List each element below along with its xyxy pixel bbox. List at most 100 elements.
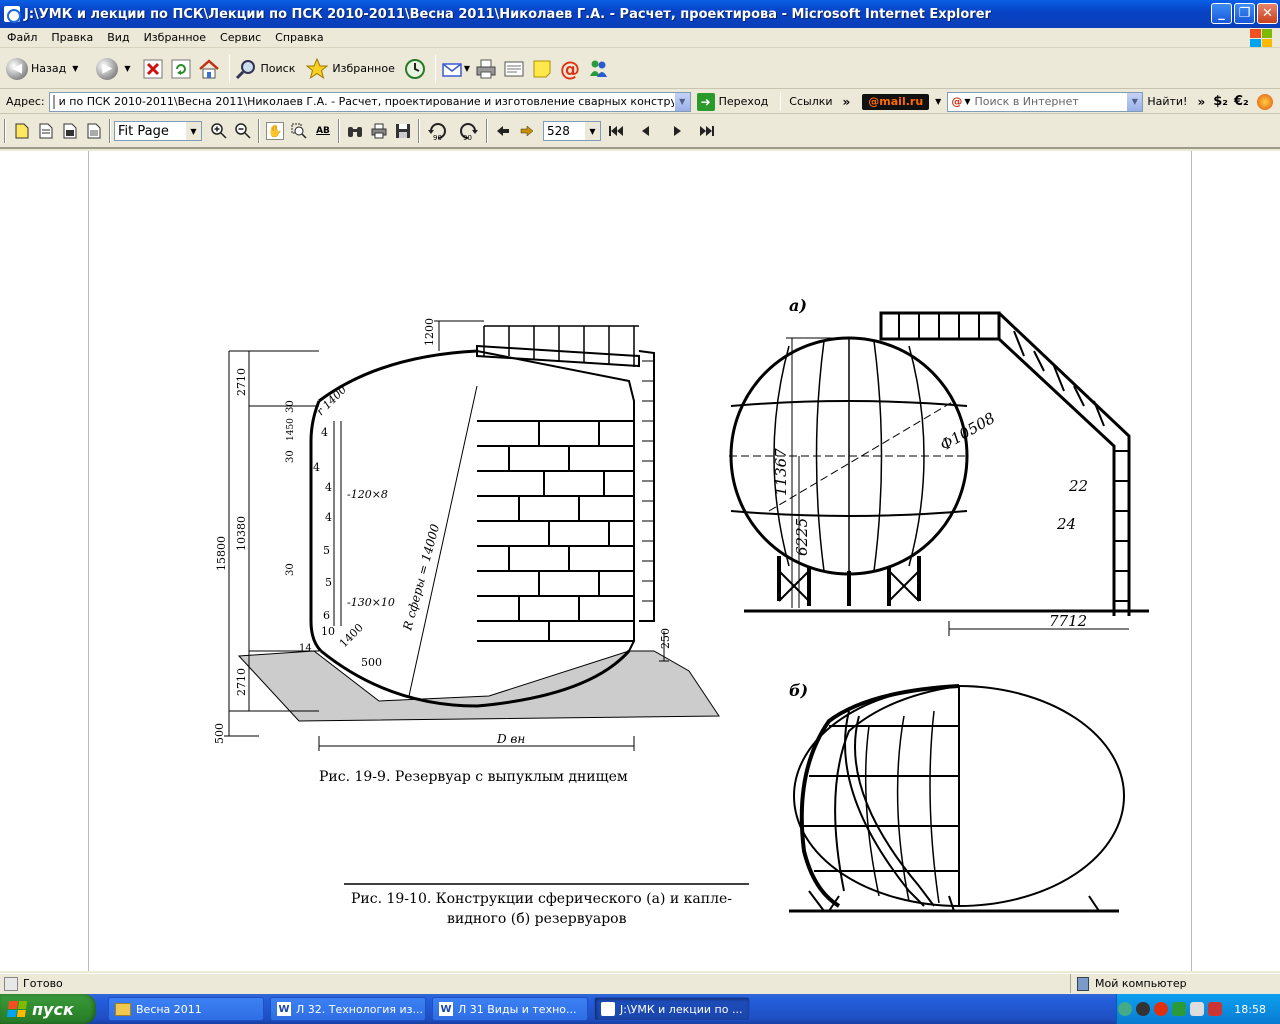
size-1450: 1450 — [286, 418, 296, 441]
back-dropdown-icon[interactable]: ▼ — [72, 64, 78, 73]
search-history-dropdown-icon[interactable]: ▼ — [1126, 92, 1143, 111]
thick-10: 10 — [321, 625, 335, 638]
dim-10380: 10380 — [235, 516, 248, 551]
messenger-tray-icon[interactable] — [1172, 1002, 1187, 1016]
minimize-button[interactable]: _ — [1211, 3, 1232, 24]
menu-view[interactable]: Вид — [100, 31, 136, 44]
forward-button[interactable]: ▶ ▼ — [96, 53, 131, 85]
menu-edit[interactable]: Правка — [44, 31, 100, 44]
address-dropdown-icon[interactable]: ▼ — [673, 92, 690, 111]
rotate-left-icon[interactable]: 90 — [426, 122, 450, 141]
menu-file[interactable]: Файл — [0, 31, 44, 44]
page-number-select[interactable]: 528 ▼ — [543, 121, 601, 141]
search-chevron-icon[interactable]: » — [1197, 95, 1205, 109]
background-page-icon[interactable] — [85, 122, 103, 140]
foreground-page-icon[interactable] — [61, 122, 79, 140]
last-page-icon[interactable] — [698, 122, 716, 140]
edit-button[interactable] — [502, 53, 526, 85]
go-button[interactable]: ➜ Переход — [696, 92, 768, 111]
task-word-l32[interactable]: W Л 32. Технология из... — [270, 997, 426, 1021]
refresh-button[interactable] — [169, 53, 193, 85]
messenger-button[interactable] — [586, 53, 610, 85]
menu-tools[interactable]: Сервис — [213, 31, 268, 44]
antivirus-icon[interactable] — [1136, 1002, 1151, 1016]
mailru-logo[interactable]: @mail.ru — [862, 93, 930, 110]
dim-7712: 7712 — [1049, 612, 1087, 630]
folder-icon — [115, 1002, 131, 1016]
prev-page-icon[interactable] — [636, 122, 654, 140]
history-button[interactable] — [403, 53, 427, 85]
safely-remove-icon[interactable] — [1208, 1002, 1223, 1016]
document-viewport[interactable]: Рис. 19-9. Резервуар с выпуклым днищем Р… — [0, 151, 1280, 971]
rotate-right-icon[interactable]: 90 — [456, 122, 480, 141]
links-chevron-icon[interactable]: » — [843, 95, 851, 109]
favorites-button[interactable]: Избранное — [305, 53, 395, 85]
save-icon[interactable] — [394, 122, 412, 140]
home-button[interactable] — [197, 53, 221, 85]
print-button[interactable] — [474, 53, 498, 85]
search-placeholder: Поиск в Интернет — [974, 95, 1079, 108]
volume-icon[interactable] — [1190, 1002, 1205, 1016]
zoom-select-tool-icon[interactable] — [290, 122, 308, 140]
color-page-icon[interactable] — [13, 122, 31, 140]
network-icon[interactable] — [1118, 1002, 1133, 1016]
weather-icon[interactable] — [1256, 93, 1273, 110]
thick-4-a: 4 — [321, 426, 328, 439]
menu-favorites[interactable]: Избранное — [137, 31, 213, 44]
engine-dropdown-icon[interactable]: ▼ — [964, 97, 970, 106]
mask-page-icon[interactable] — [37, 122, 55, 140]
fig10-caption-line1: Рис. 19-10. Конструкции сферического (а)… — [351, 891, 732, 907]
euro-rate-icon[interactable]: €₂ — [1234, 94, 1249, 109]
back-arrow-icon: ◀ — [6, 57, 28, 80]
notes-button[interactable] — [530, 53, 554, 85]
task-ie-window[interactable]: J:\УМК и лекции по ... — [594, 997, 750, 1021]
forward-dropdown-icon[interactable]: ▼ — [124, 64, 130, 73]
dim-15800: 15800 — [215, 536, 228, 571]
first-page-icon[interactable] — [607, 122, 625, 140]
mailru-button[interactable]: @ — [558, 53, 582, 85]
zone-text: Мой компьютер — [1095, 977, 1187, 990]
search-button[interactable]: Поиск — [234, 53, 295, 85]
find-button[interactable]: Найти! — [1147, 95, 1187, 108]
zoom-dropdown-icon[interactable]: ▼ — [185, 122, 201, 140]
clock: 18:58 — [1234, 1002, 1266, 1016]
mailru-agent-icon[interactable] — [1154, 1002, 1169, 1016]
mailru-dropdown-icon[interactable]: ▼ — [935, 97, 941, 106]
links-button[interactable]: Ссылки — [789, 95, 832, 108]
next-arrow-icon[interactable] — [518, 122, 536, 140]
system-tray: 18:58 — [1116, 994, 1280, 1024]
go-arrow-icon: ➜ — [696, 92, 715, 111]
zoom-select[interactable]: Fit Page ▼ — [114, 121, 202, 141]
zoom-out-icon[interactable] — [234, 122, 252, 140]
task-folder[interactable]: Весна 2011 — [108, 997, 264, 1021]
close-button[interactable]: ✕ — [1257, 3, 1278, 24]
menu-help[interactable]: Справка — [268, 31, 330, 44]
stop-button[interactable] — [141, 53, 165, 85]
find-binoculars-icon[interactable] — [346, 122, 364, 140]
prev-arrow-icon[interactable] — [494, 122, 512, 140]
dim-11367: 11367 — [772, 448, 790, 496]
dollar-rate-icon[interactable]: $₂ — [1213, 94, 1228, 109]
hand-tool-icon[interactable]: ✋ — [266, 122, 284, 140]
size-30-b: 30 — [285, 450, 296, 463]
next-page-icon[interactable] — [669, 122, 687, 140]
at-sign-icon: @ — [560, 56, 580, 81]
title-bar[interactable]: J:\УМК и лекции по ПСК\Лекции по ПСК 201… — [0, 0, 1280, 28]
djvu-page: Рис. 19-9. Резервуар с выпуклым днищем Р… — [88, 151, 1192, 971]
task-ie-label: J:\УМК и лекции по ... — [620, 1002, 743, 1016]
page-dropdown-icon[interactable]: ▼ — [584, 122, 600, 140]
thick-6: 6 — [323, 609, 330, 622]
thick-4-b: 4 — [313, 461, 320, 474]
svg-text:90: 90 — [433, 134, 442, 141]
task-word-l31[interactable]: W Л 31 Виды и техно... — [432, 997, 588, 1021]
back-button[interactable]: ◀ Назад ▼ — [6, 53, 78, 85]
maximize-button[interactable]: ❐ — [1234, 3, 1255, 24]
internet-search-input[interactable]: @ ▼ Поиск в Интернет ▼ — [947, 91, 1144, 112]
address-input[interactable]: и по ПСК 2010-2011\Весна 2011\Николаев Г… — [48, 91, 691, 112]
mail-button[interactable]: ▼ — [440, 53, 470, 85]
text-select-tool-icon[interactable]: AB — [314, 122, 332, 140]
start-button[interactable]: пуск — [0, 994, 96, 1024]
zoom-in-icon[interactable] — [210, 122, 228, 140]
print-icon[interactable] — [370, 122, 388, 140]
mail-dropdown-icon[interactable]: ▼ — [464, 64, 470, 73]
